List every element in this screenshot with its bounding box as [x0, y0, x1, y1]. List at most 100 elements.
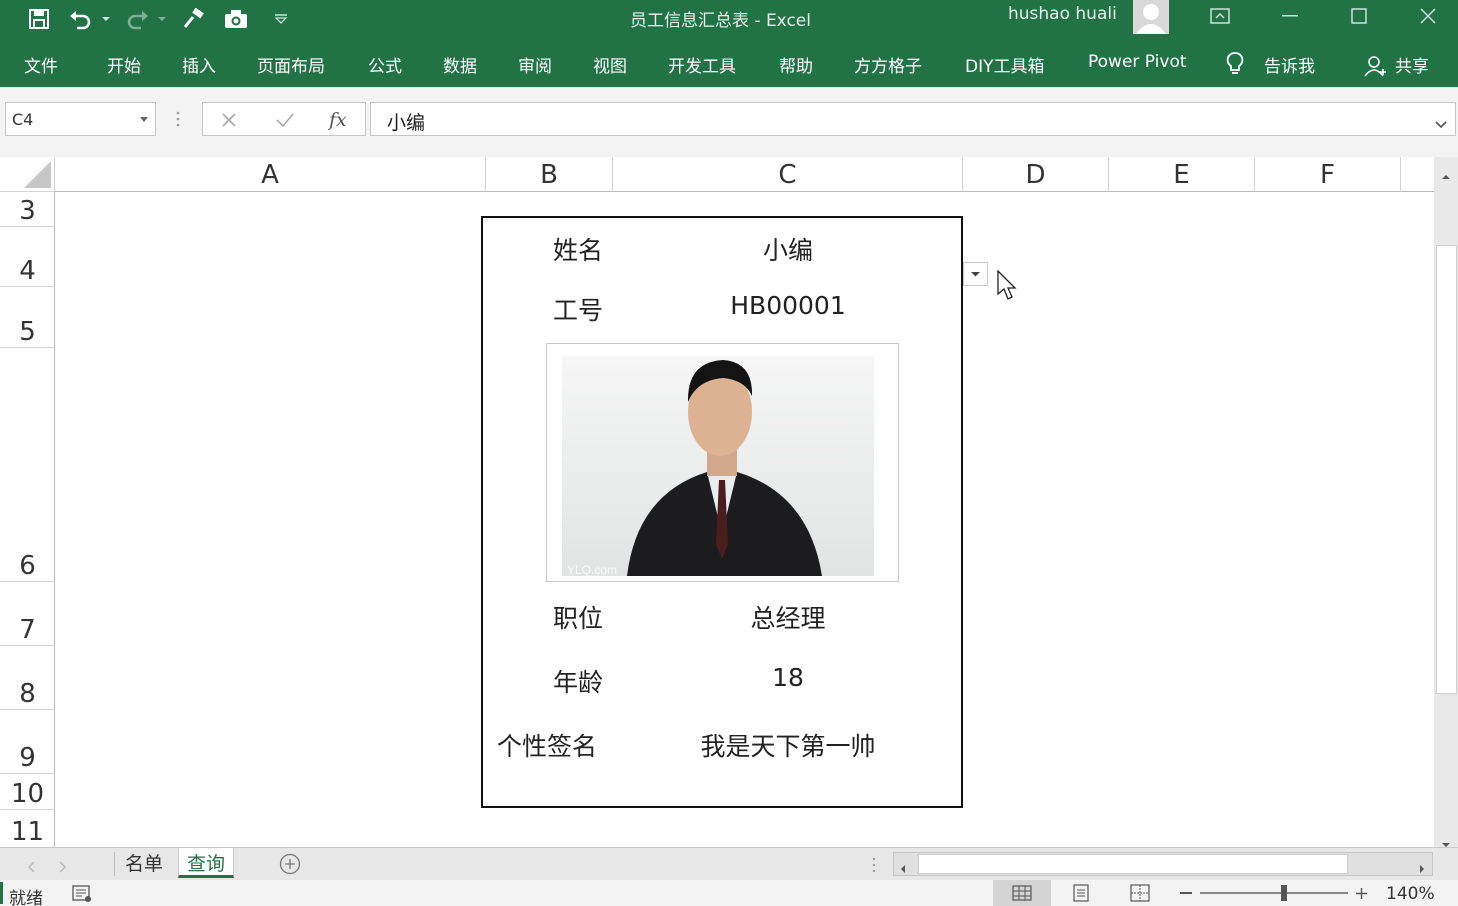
- validation-dropdown-button[interactable]: [963, 262, 988, 286]
- sheet-tabs-bar: 名单 查询: [0, 847, 1458, 880]
- tab-insert[interactable]: 插入: [182, 52, 216, 77]
- tab-review[interactable]: 审阅: [518, 52, 552, 77]
- row-number: 3: [19, 196, 36, 226]
- tab-fangfangegezi[interactable]: 方方格子: [854, 52, 922, 77]
- portrait-image: YLQ.com: [562, 356, 874, 577]
- row-number: 10: [10, 779, 45, 809]
- tab-formulas[interactable]: 公式: [368, 52, 402, 77]
- signature-value: 我是天下第一帅: [700, 732, 876, 761]
- tab-home[interactable]: 开始: [107, 52, 141, 77]
- zoom-out-icon[interactable]: [1180, 892, 1192, 894]
- tab-view[interactable]: 视图: [593, 52, 627, 77]
- scroll-left-icon[interactable]: [900, 859, 906, 878]
- sheet-tab-query[interactable]: 查询: [178, 848, 235, 878]
- row-header-11[interactable]: 11: [0, 810, 55, 847]
- customize-qat-icon[interactable]: [266, 4, 296, 34]
- lightbulb-icon[interactable]: [1225, 51, 1245, 81]
- close-icon[interactable]: [1405, 0, 1451, 32]
- name-box[interactable]: C4: [5, 102, 156, 136]
- prev-sheet-icon[interactable]: [27, 858, 35, 877]
- ready-status: 就绪: [9, 889, 43, 906]
- camera-icon[interactable]: [221, 4, 251, 34]
- row-header-4[interactable]: 4: [0, 227, 55, 287]
- page-break-preview-icon[interactable]: [1111, 880, 1169, 906]
- tab-data[interactable]: 数据: [443, 52, 477, 77]
- maximize-icon[interactable]: [1336, 0, 1382, 32]
- name-box-dropdown-icon[interactable]: [140, 117, 148, 122]
- column-header-g[interactable]: [1401, 157, 1434, 192]
- column-header-e[interactable]: E: [1109, 157, 1255, 192]
- row-header-10[interactable]: 10: [0, 774, 55, 810]
- minimize-icon[interactable]: [1267, 0, 1313, 32]
- column-header-a[interactable]: A: [55, 157, 486, 192]
- row-number: 5: [19, 317, 36, 347]
- save-icon[interactable]: [24, 4, 54, 34]
- row-header-8[interactable]: 8: [0, 646, 55, 710]
- undo-icon[interactable]: [66, 4, 96, 34]
- status-accent: [0, 882, 3, 904]
- insert-function-button[interactable]: fx: [329, 109, 347, 131]
- column-header-d[interactable]: D: [963, 157, 1109, 192]
- name-value-cell[interactable]: 小编: [658, 231, 918, 267]
- row-header-9[interactable]: 9: [0, 710, 55, 774]
- select-all-corner[interactable]: [0, 157, 55, 192]
- page-layout-view-icon[interactable]: [1052, 880, 1110, 906]
- avatar[interactable]: [1133, 0, 1169, 34]
- position-label: 职位: [553, 604, 604, 633]
- redo-icon[interactable]: [122, 4, 152, 34]
- row-number: 11: [10, 817, 45, 847]
- row-header-7[interactable]: 7: [0, 582, 55, 646]
- row-number: 6: [19, 551, 36, 581]
- zoom-in-icon[interactable]: [1355, 885, 1368, 904]
- scroll-right-icon[interactable]: [1419, 859, 1425, 878]
- row-header-6[interactable]: 6: [0, 348, 55, 582]
- worksheet-grid[interactable]: A B C D E F 3 4 5 6 7 8 9 10 11 姓名 小编 工号…: [0, 157, 1434, 847]
- format-painter-icon[interactable]: [178, 4, 208, 34]
- next-sheet-icon[interactable]: [59, 858, 67, 877]
- share-button[interactable]: 共享: [1395, 52, 1429, 77]
- employee-photo[interactable]: YLQ.com: [546, 343, 899, 582]
- tab-help[interactable]: 帮助: [779, 52, 813, 77]
- new-sheet-icon[interactable]: [279, 853, 301, 879]
- cancel-entry-icon[interactable]: [221, 112, 237, 132]
- tab-file[interactable]: 文件: [24, 52, 58, 77]
- macro-record-icon[interactable]: [72, 885, 92, 906]
- column-header-b[interactable]: B: [486, 157, 613, 192]
- tab-developer[interactable]: 开发工具: [668, 52, 736, 77]
- formula-input[interactable]: 小编: [370, 102, 1456, 136]
- normal-view-icon[interactable]: [993, 880, 1051, 906]
- vertical-scrollbar[interactable]: [1434, 157, 1458, 847]
- status-bar: 就绪 140%: [0, 880, 1458, 906]
- horizontal-scroll-thumb[interactable]: [918, 854, 1348, 874]
- ribbon-display-options-icon[interactable]: [1197, 0, 1243, 32]
- column-header-f[interactable]: F: [1255, 157, 1401, 192]
- ribbon-tabs: 文件 开始 插入 页面布局 公式 数据 审阅 视图 开发工具 帮助 方方格子 D…: [0, 40, 1458, 87]
- share-person-icon[interactable]: [1364, 54, 1386, 82]
- tell-me-search[interactable]: 告诉我: [1264, 52, 1315, 77]
- vertical-scroll-thumb[interactable]: [1436, 245, 1457, 694]
- confirm-entry-icon[interactable]: [275, 112, 295, 132]
- tab-power-pivot[interactable]: Power Pivot: [1088, 52, 1187, 72]
- zoom-level[interactable]: 140%: [1386, 884, 1435, 904]
- formula-bar-grip-icon[interactable]: [175, 109, 181, 129]
- position-value: 总经理: [750, 604, 826, 633]
- row-number: 4: [19, 256, 36, 286]
- row-header-5[interactable]: 5: [0, 287, 55, 348]
- zoom-slider[interactable]: [1200, 885, 1348, 901]
- redo-dropdown-icon[interactable]: [152, 4, 172, 34]
- tab-diy-toolbox[interactable]: DIY工具箱: [965, 52, 1045, 77]
- account-name[interactable]: hushao huali: [1008, 4, 1117, 24]
- scroll-up-icon[interactable]: [1441, 165, 1451, 184]
- expand-formula-bar-icon[interactable]: [1435, 114, 1447, 133]
- name-label: 姓名: [553, 236, 604, 265]
- tab-page-layout[interactable]: 页面布局: [257, 52, 325, 77]
- tab-split-grip-icon[interactable]: [871, 856, 877, 878]
- employee-id-value: HB00001: [730, 291, 846, 320]
- zoom-slider-thumb[interactable]: [1280, 885, 1287, 901]
- column-header-c[interactable]: C: [613, 157, 963, 192]
- horizontal-scrollbar[interactable]: [893, 852, 1433, 876]
- tab-divider: [114, 852, 115, 876]
- sheet-tab-list[interactable]: 名单: [117, 848, 171, 878]
- row-header-3[interactable]: 3: [0, 192, 55, 227]
- undo-dropdown-icon[interactable]: [96, 4, 116, 34]
